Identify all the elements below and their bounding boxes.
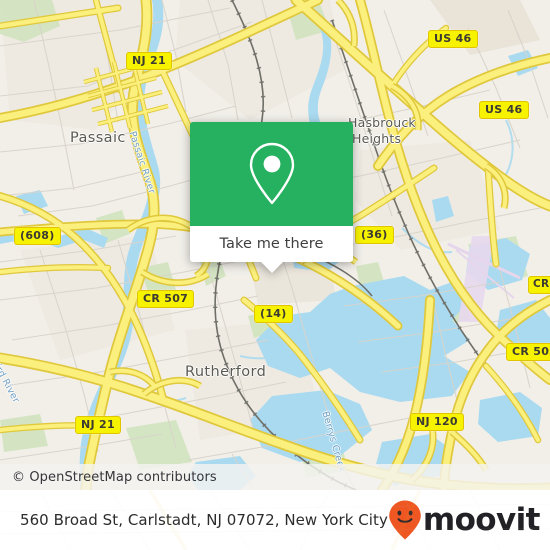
moovit-smiley-pin-icon <box>389 500 421 540</box>
footer-bar: 560 Broad St, Carlstadt, NJ 07072, New Y… <box>0 490 550 550</box>
callout-pin-area <box>190 122 353 226</box>
map-attribution-bar: © OpenStreetMap contributors <box>0 464 550 490</box>
map-pin-icon <box>249 142 294 205</box>
footer-address-text: 560 Broad St, Carlstadt, NJ 07072, New Y… <box>20 511 388 529</box>
location-callout-card[interactable]: Take me there <box>190 122 353 273</box>
take-me-there-label: Take me there <box>219 236 324 252</box>
callout-action-footer[interactable]: Take me there <box>190 226 353 273</box>
map-canvas[interactable]: Passaic Rutherford Hasbrouck Heights Pas… <box>0 0 550 490</box>
moovit-logo[interactable]: moovit <box>388 499 550 541</box>
map-screenshot: Passaic Rutherford Hasbrouck Heights Pas… <box>0 0 550 550</box>
moovit-wordmark: moovit <box>422 501 541 538</box>
osm-attribution-text[interactable]: © OpenStreetMap contributors <box>0 470 217 485</box>
callout-tail-pointer <box>260 262 283 273</box>
